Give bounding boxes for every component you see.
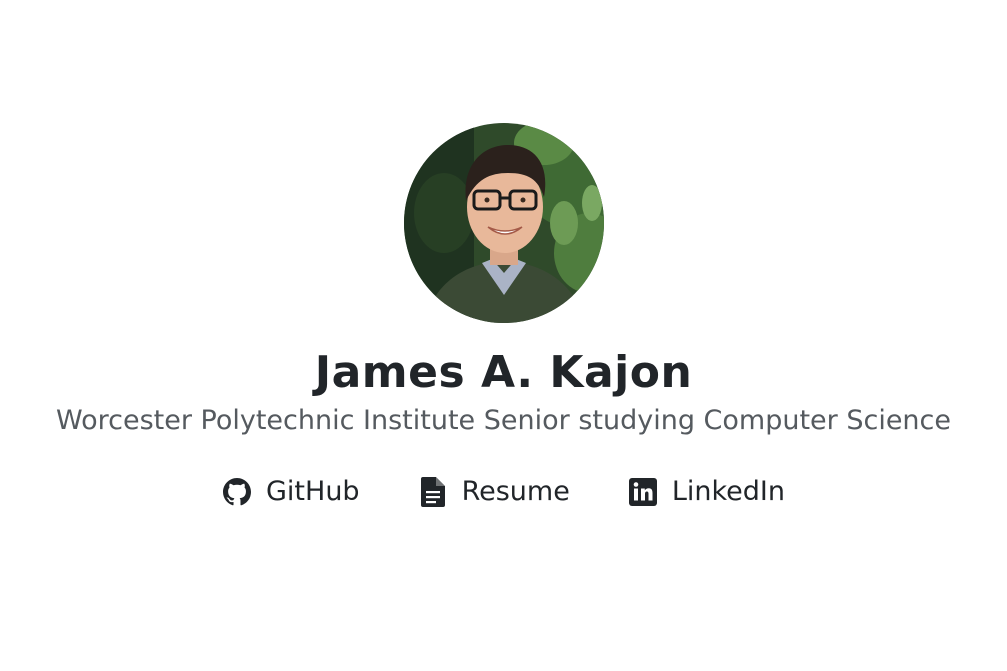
profile-name: James A. Kajon xyxy=(314,347,693,398)
profile-subtitle: Worcester Polytechnic Institute Senior s… xyxy=(55,405,952,436)
social-links: GitHub Resume LinkedIn xyxy=(222,475,785,509)
resume-link[interactable]: Resume xyxy=(418,475,570,509)
github-icon xyxy=(222,477,252,507)
github-link[interactable]: GitHub xyxy=(222,475,360,509)
profile-section: James A. Kajon Worcester Polytechnic Ins… xyxy=(0,123,1007,509)
avatar xyxy=(403,123,604,323)
github-link-label: GitHub xyxy=(266,476,360,507)
document-icon xyxy=(418,477,448,507)
linkedin-link[interactable]: LinkedIn xyxy=(628,475,785,509)
linkedin-icon xyxy=(628,477,658,507)
linkedin-link-label: LinkedIn xyxy=(671,476,785,507)
resume-link-label: Resume xyxy=(461,476,570,507)
